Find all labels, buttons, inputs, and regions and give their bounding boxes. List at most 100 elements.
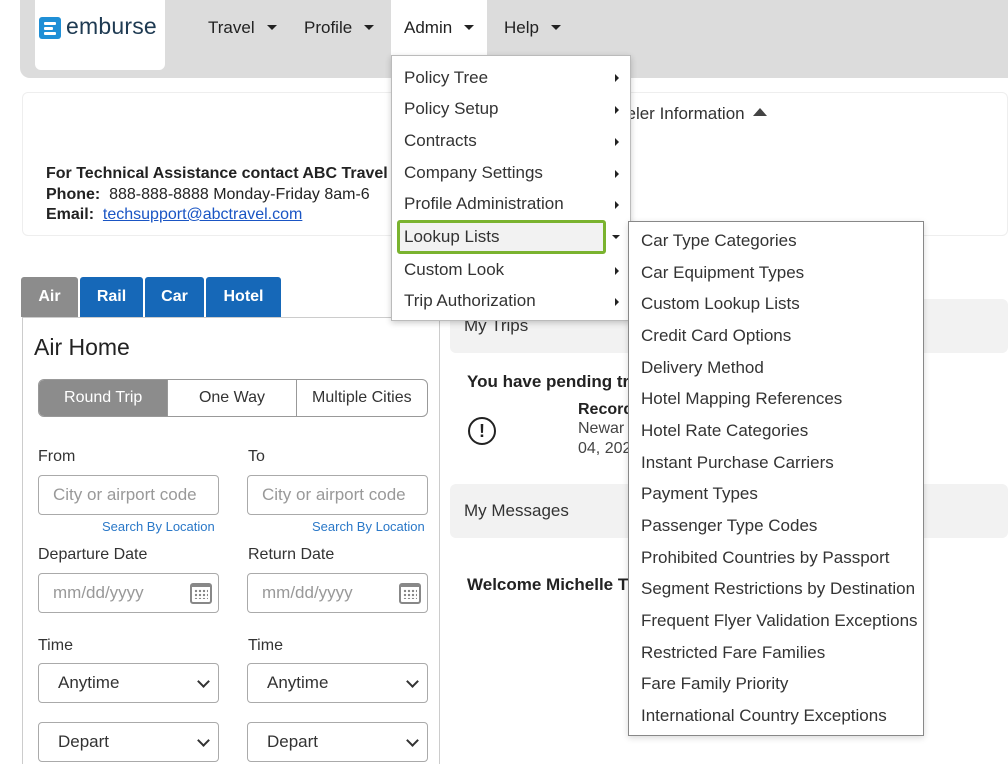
submenu-item[interactable]: Delivery Method xyxy=(641,358,764,378)
submenu-item[interactable]: Segment Restrictions by Destination xyxy=(641,579,915,599)
departure-depart-select[interactable]: Depart xyxy=(38,722,219,762)
caret-down-icon xyxy=(464,25,475,30)
round-trip-button[interactable]: Round Trip xyxy=(39,380,169,416)
submenu-item[interactable]: Hotel Rate Categories xyxy=(641,421,808,441)
to-search-by-location-link[interactable]: Search By Location xyxy=(312,519,425,534)
caret-down-icon xyxy=(550,25,561,30)
return-time-select[interactable]: Anytime xyxy=(247,663,428,703)
phone-value: 888-888-8888 Monday-Friday 8am-6 xyxy=(109,185,370,203)
departure-date-input[interactable]: mm/dd/yyyy xyxy=(38,573,219,613)
return-date-input[interactable]: mm/dd/yyyy xyxy=(247,573,428,613)
departure-time-select[interactable]: Anytime xyxy=(38,663,219,703)
nav-travel[interactable]: Travel xyxy=(208,0,277,55)
return-time-value: Anytime xyxy=(267,673,329,692)
departure-date-label: Departure Date xyxy=(38,546,148,563)
submenu-arrow-icon xyxy=(615,298,619,306)
submenu-item[interactable]: Car Type Categories xyxy=(641,231,797,251)
lookup-lists-submenu: Car Type Categories Car Equipment Types … xyxy=(628,221,924,736)
traveler-information-toggle[interactable]: veler Information xyxy=(618,104,767,124)
menu-item-trip-authorization[interactable]: Trip Authorization xyxy=(404,291,536,311)
from-label: From xyxy=(38,448,76,465)
submenu-item[interactable]: Custom Lookup Lists xyxy=(641,294,800,314)
calendar-icon[interactable] xyxy=(190,583,212,604)
chevron-down-icon xyxy=(406,675,419,688)
record-date: 04, 202 xyxy=(578,440,632,457)
menu-item-profile-administration[interactable]: Profile Administration xyxy=(404,194,564,214)
caret-down-icon xyxy=(364,25,375,30)
admin-dropdown-menu: Policy Tree Policy Setup Contracts Compa… xyxy=(391,55,631,321)
submenu-item[interactable]: Instant Purchase Carriers xyxy=(641,453,834,473)
tab-rail[interactable]: Rail xyxy=(80,277,143,317)
record-city: Newar xyxy=(578,420,625,437)
submenu-item[interactable]: Payment Types xyxy=(641,484,758,504)
return-depart-value: Depart xyxy=(267,732,319,751)
submenu-item[interactable]: Restricted Fare Families xyxy=(641,643,825,663)
nav-help[interactable]: Help xyxy=(504,0,561,55)
logo[interactable]: emburse xyxy=(35,0,165,70)
trip-type-toggle: Round Trip One Way Multiple Cities xyxy=(38,379,428,417)
multiple-cities-button[interactable]: Multiple Cities xyxy=(297,380,427,416)
collapse-up-icon xyxy=(752,108,767,116)
tech-assistance-info: For Technical Assistance contact ABC Tra… xyxy=(46,164,388,226)
submenu-arrow-icon xyxy=(615,201,619,209)
menu-item-lookup-lists[interactable]: Lookup Lists xyxy=(404,227,499,247)
submenu-open-arrow-icon xyxy=(612,235,620,239)
menu-item-contracts[interactable]: Contracts xyxy=(404,131,477,151)
phone-label: Phone: xyxy=(46,185,101,203)
email-link[interactable]: techsupport@abctravel.com xyxy=(103,206,302,223)
departure-time-label: Time xyxy=(38,637,73,654)
menu-item-policy-tree[interactable]: Policy Tree xyxy=(404,68,488,88)
to-input[interactable]: City or airport code xyxy=(247,475,428,515)
submenu-item[interactable]: Passenger Type Codes xyxy=(641,516,817,536)
chevron-down-icon xyxy=(197,675,210,688)
tech-assistance-line: For Technical Assistance contact ABC Tra… xyxy=(46,165,388,182)
pending-trips-text: You have pending tri xyxy=(467,372,634,391)
calendar-icon[interactable] xyxy=(399,583,421,604)
return-time-label: Time xyxy=(248,637,283,654)
submenu-item[interactable]: Hotel Mapping References xyxy=(641,389,842,409)
tab-air[interactable]: Air xyxy=(21,277,78,317)
logo-text: emburse xyxy=(66,13,157,39)
traveler-info-label: veler Information xyxy=(618,104,745,123)
return-depart-select[interactable]: Depart xyxy=(247,722,428,762)
submenu-arrow-icon xyxy=(615,74,619,82)
from-input[interactable]: City or airport code xyxy=(38,475,219,515)
departure-date-placeholder: mm/dd/yyyy xyxy=(53,583,144,602)
return-date-placeholder: mm/dd/yyyy xyxy=(262,583,353,602)
submenu-item[interactable]: Frequent Flyer Validation Exceptions xyxy=(641,611,918,631)
submenu-item[interactable]: Credit Card Options xyxy=(641,326,791,346)
one-way-button[interactable]: One Way xyxy=(168,380,297,416)
welcome-message: Welcome Michelle Th xyxy=(467,575,639,594)
tab-car[interactable]: Car xyxy=(145,277,204,317)
emburse-logo-icon xyxy=(39,17,61,39)
from-search-by-location-link[interactable]: Search By Location xyxy=(102,519,215,534)
submenu-item[interactable]: International Country Exceptions xyxy=(641,706,887,726)
nav-admin[interactable]: Admin xyxy=(391,0,488,55)
chevron-down-icon xyxy=(197,734,210,747)
nav-help-label: Help xyxy=(504,17,539,37)
submenu-arrow-icon xyxy=(615,138,619,146)
alert-icon: ! xyxy=(468,417,496,445)
chevron-down-icon xyxy=(406,734,419,747)
caret-down-icon xyxy=(266,25,277,30)
submenu-item[interactable]: Prohibited Countries by Passport xyxy=(641,548,890,568)
nav-profile-label: Profile xyxy=(304,17,353,37)
return-date-label: Return Date xyxy=(248,546,335,563)
email-label: Email: xyxy=(46,206,95,223)
nav-admin-label: Admin xyxy=(404,17,453,37)
submenu-arrow-icon xyxy=(615,106,619,114)
menu-item-custom-look[interactable]: Custom Look xyxy=(404,260,504,280)
departure-depart-value: Depart xyxy=(58,732,110,751)
tab-hotel[interactable]: Hotel xyxy=(206,277,281,317)
submenu-item[interactable]: Fare Family Priority xyxy=(641,674,788,694)
nav-profile[interactable]: Profile xyxy=(304,0,375,55)
nav-travel-label: Travel xyxy=(208,17,255,37)
to-label: To xyxy=(248,448,265,465)
menu-item-company-settings[interactable]: Company Settings xyxy=(404,163,543,183)
departure-time-value: Anytime xyxy=(58,673,120,692)
record-label: Record xyxy=(578,401,634,418)
submenu-item[interactable]: Car Equipment Types xyxy=(641,263,804,283)
menu-item-policy-setup[interactable]: Policy Setup xyxy=(404,99,499,119)
air-home-title: Air Home xyxy=(34,334,130,360)
submenu-arrow-icon xyxy=(615,267,619,275)
